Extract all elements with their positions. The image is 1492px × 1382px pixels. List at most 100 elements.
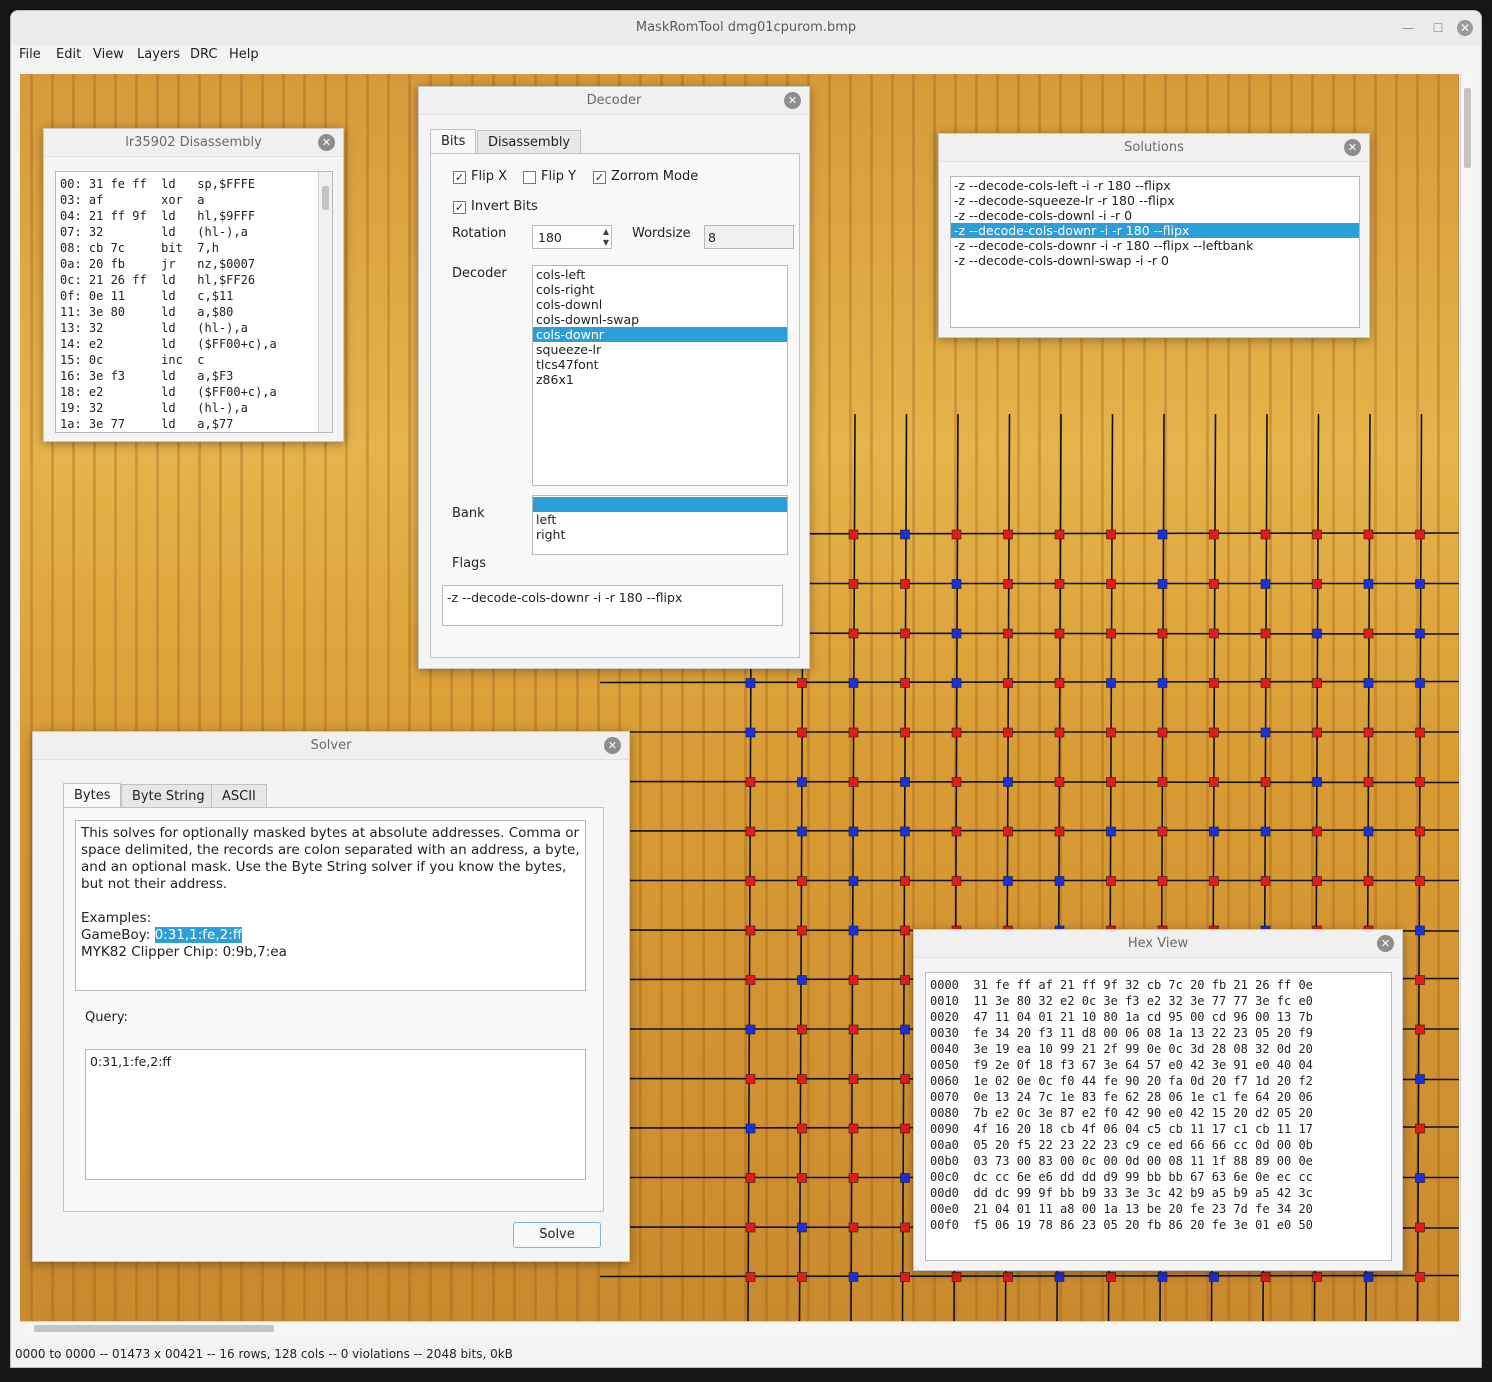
bit-one-marker (1363, 628, 1374, 639)
bit-one-marker (1312, 1272, 1322, 1282)
flip-x-checkbox[interactable]: ✓ (453, 171, 466, 184)
bank-option[interactable]: left (533, 512, 787, 527)
disassembly-line: 04: 21 ff 9f ld hl,$9FFF (60, 209, 256, 223)
disassembly-title: lr35902 Disassembly (125, 135, 262, 150)
grid-column-line (850, 413, 856, 1321)
menu-file[interactable]: File (19, 47, 41, 62)
invert-bits-checkbox[interactable]: ✓ (453, 201, 466, 214)
bit-one-marker (1209, 876, 1219, 886)
menu-edit[interactable]: Edit (56, 47, 81, 62)
bank-option[interactable]: right (533, 527, 787, 542)
menu-layers[interactable]: Layers (137, 47, 180, 62)
solution-item[interactable]: -z --decode-squeeze-lr -r 180 --flipx (951, 193, 1359, 208)
bit-zero-marker (797, 826, 807, 837)
solution-item[interactable]: -z --decode-cols-left -i -r 180 --flipx (951, 178, 1359, 193)
wordsize-label: Wordsize (632, 226, 691, 241)
menu-help[interactable]: Help (229, 47, 259, 62)
bit-one-marker (951, 529, 962, 540)
flip-y-checkbox[interactable] (523, 171, 536, 184)
close-icon[interactable]: ✕ (784, 92, 801, 109)
hex-row: 0080 7b e2 0c 3e 87 e2 f0 42 90 e0 42 15… (930, 1106, 1313, 1120)
bit-zero-marker (1003, 777, 1013, 787)
close-window-icon[interactable]: ✕ (1457, 20, 1473, 36)
decoder-option[interactable]: cols-downl-swap (533, 312, 787, 327)
close-icon[interactable]: ✕ (604, 737, 621, 754)
menu-drc[interactable]: DRC (190, 47, 217, 62)
decoder-option[interactable]: cols-downl (533, 297, 787, 312)
solution-item[interactable]: -z --decode-cols-downr -i -r 180 --flipx (951, 223, 1359, 238)
gameboy-label: GameBoy: (81, 927, 155, 943)
bit-zero-marker (1157, 1272, 1168, 1282)
decoder-option[interactable]: cols-right (533, 282, 787, 297)
bit-one-marker (797, 1024, 807, 1035)
rotation-spinbox[interactable]: 180 ▲ ▼ (532, 225, 612, 249)
bit-one-marker (848, 1024, 859, 1035)
bit-one-marker (1106, 876, 1116, 886)
decoder-panel: Decoder ✕ Bits Disassembly ✓ Flip X Flip … (418, 86, 810, 669)
bit-one-marker (797, 1074, 807, 1084)
bank-label: Bank (452, 506, 485, 521)
bit-one-marker (1054, 777, 1065, 787)
wordsize-input[interactable]: 8 (704, 225, 794, 249)
hex-dump[interactable]: 0000 31 fe ff af 21 ff 9f 32 cb 7c 20 fb… (925, 972, 1392, 1261)
bit-one-marker (1363, 876, 1374, 886)
solve-button[interactable]: Solve (513, 1222, 601, 1248)
vertical-scrollbar[interactable] (1460, 74, 1474, 1322)
tab-disassembly[interactable]: Disassembly (477, 130, 582, 154)
hex-row: 0020 47 11 04 01 21 10 80 1a cd 95 00 cd… (930, 1010, 1313, 1024)
title-bar: MaskRomTool dmg01cpurom.bmp — ☐ ✕ (11, 11, 1481, 45)
bit-zero-marker (1157, 529, 1168, 540)
solutions-panel: Solutions ✕ -z --decode-cols-left -i -r 1… (938, 133, 1370, 338)
bit-zero-marker (1260, 579, 1271, 589)
tab-bytes[interactable]: Bytes (63, 783, 122, 809)
bit-one-marker (900, 1074, 910, 1084)
decoder-option[interactable]: cols-left (533, 267, 787, 282)
disassembly-listing[interactable]: 00: 31 fe ff ld sp,$FFFE 03: af xor a 04: … (55, 171, 333, 433)
tab-ascii[interactable]: ASCII (211, 784, 267, 808)
bit-one-marker (1003, 678, 1013, 688)
spin-arrows-icon[interactable]: ▲ ▼ (603, 226, 609, 248)
bit-zero-marker (900, 1173, 910, 1183)
bit-one-marker (1363, 777, 1374, 787)
bank-list[interactable]: left right (532, 495, 788, 555)
close-icon[interactable]: ✕ (318, 134, 335, 151)
menu-view[interactable]: View (93, 47, 124, 62)
decoder-option[interactable]: cols-downr (533, 327, 787, 342)
bit-one-marker (745, 1074, 756, 1084)
bit-one-marker (1209, 529, 1219, 540)
decoder-option[interactable]: tlcs47font (533, 357, 787, 372)
solution-item[interactable]: -z --decode-cols-downl -i -r 0 (951, 208, 1359, 223)
tab-bits[interactable]: Bits (430, 129, 477, 155)
disassembly-line: 0a: 20 fb jr nz,$0007 (60, 257, 256, 271)
close-icon[interactable]: ✕ (1344, 139, 1361, 156)
bit-zero-marker (848, 925, 859, 936)
flags-field[interactable]: -z --decode-cols-downr -i -r 180 --flipx (442, 585, 783, 626)
bit-one-marker (1003, 529, 1013, 540)
bit-zero-marker (1415, 1173, 1425, 1183)
decoder-option[interactable]: z86x1 (533, 372, 787, 387)
disassembly-line: 18: e2 ld ($FF00+c),a (60, 385, 277, 399)
bit-zero-marker (951, 628, 962, 639)
minimize-icon[interactable]: — (1400, 20, 1416, 36)
zorrom-mode-checkbox[interactable]: ✓ (593, 171, 606, 184)
bank-option[interactable] (533, 497, 787, 512)
bit-one-marker (1209, 727, 1219, 738)
maximize-icon[interactable]: ☐ (1430, 20, 1446, 36)
bit-one-marker (797, 876, 807, 886)
tab-byte-string[interactable]: Byte String (121, 784, 216, 808)
decoder-list[interactable]: cols-left cols-right cols-downl cols-downl-… (532, 265, 788, 486)
bit-one-marker (951, 777, 962, 787)
solution-item[interactable]: -z --decode-cols-downr -i -r 180 --flipx… (951, 238, 1359, 253)
hex-row: 00f0 f5 06 19 78 86 23 05 20 fb 86 20 fe… (930, 1218, 1313, 1232)
solutions-list[interactable]: -z --decode-cols-left -i -r 180 --flipx -… (950, 176, 1360, 328)
bit-one-marker (1106, 1272, 1116, 1282)
horizontal-scrollbar[interactable] (20, 1321, 1459, 1335)
decoder-option[interactable]: squeeze-lr (533, 342, 787, 357)
disassembly-scrollbar[interactable] (318, 172, 332, 432)
gameboy-example[interactable]: 0:31,1:fe,2:ff (154, 927, 243, 943)
bit-zero-marker (1054, 876, 1065, 886)
bit-zero-marker (1363, 579, 1374, 589)
query-input[interactable]: 0:31,1:fe,2:ff (85, 1049, 586, 1180)
close-icon[interactable]: ✕ (1377, 935, 1394, 952)
solution-item[interactable]: -z --decode-cols-downl-swap -i -r 0 (951, 253, 1359, 268)
